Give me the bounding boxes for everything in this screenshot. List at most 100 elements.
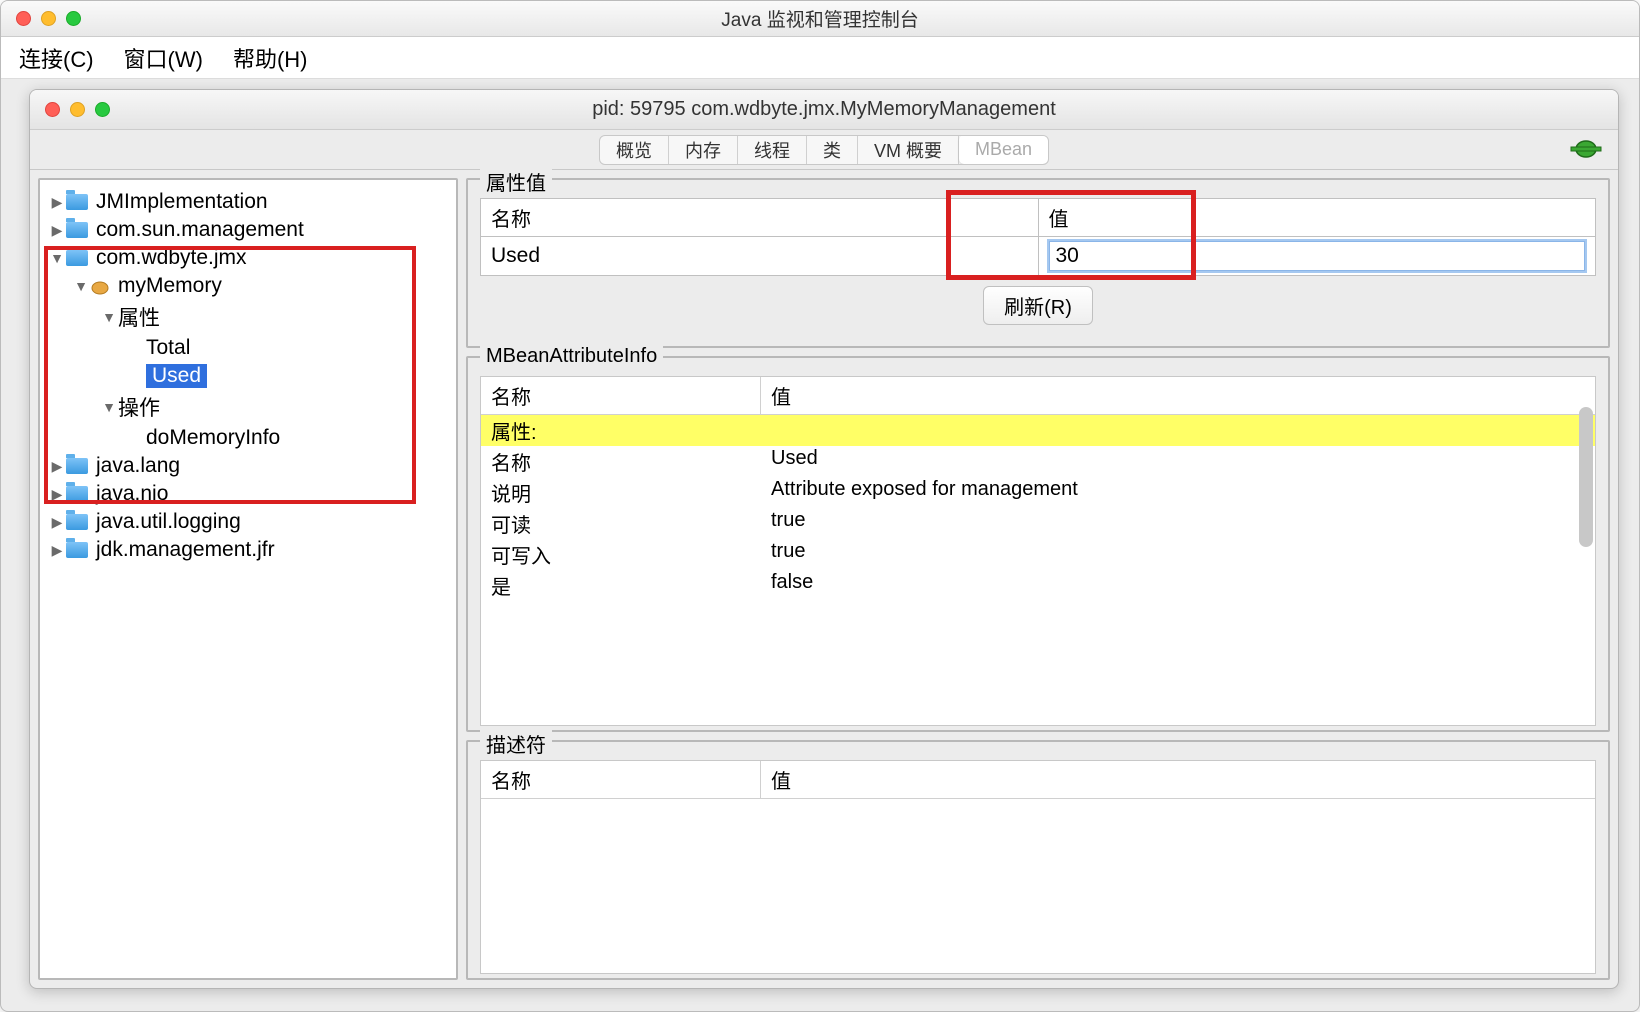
tab-vmsummary[interactable]: VM 概要: [858, 135, 959, 165]
info-cell: true: [761, 508, 1595, 539]
tree-label: java.nio: [96, 482, 168, 506]
tabbar: 概览 内存 线程 类 VM 概要 MBean: [30, 130, 1618, 170]
tree-javalang[interactable]: ▶java.lang: [44, 452, 452, 480]
tree-label: Total: [146, 336, 190, 360]
tree-domemory[interactable]: ▶doMemoryInfo: [44, 424, 452, 452]
info-row-is: 是false: [481, 570, 1595, 601]
info-legend: MBeanAttributeInfo: [480, 345, 663, 368]
chevron-right-icon[interactable]: ▶: [48, 542, 66, 559]
tree-label-selected: Used: [146, 364, 207, 388]
content-area: ▶ JMImplementation ▶com.sun.management ▼ c…: [30, 170, 1618, 988]
info-row-read: 可读true: [481, 508, 1595, 539]
menu-connect[interactable]: 连接(C): [19, 42, 94, 74]
folder-icon: [66, 194, 88, 210]
traffic-lights: [1, 11, 81, 26]
folder-icon: [66, 514, 88, 530]
tree-wdbyte[interactable]: ▼ com.wdbyte.jmx: [44, 244, 452, 272]
window-title: Java 监视和管理控制台: [1, 5, 1639, 32]
chevron-down-icon[interactable]: ▼: [100, 309, 118, 325]
menu-help[interactable]: 帮助(H): [233, 42, 308, 74]
tree-total[interactable]: ▶Total: [44, 334, 452, 362]
inner-minimize-icon[interactable]: [70, 102, 85, 117]
tree-label: myMemory: [118, 274, 222, 298]
info-cell: [761, 415, 1595, 446]
tab-overview[interactable]: 概览: [600, 135, 669, 165]
tab-threads[interactable]: 线程: [738, 135, 807, 165]
info-cell: 属性:: [481, 415, 761, 446]
info-cell: Used: [761, 446, 1595, 477]
attr-name-cell: Used: [481, 237, 1039, 276]
info-cell: false: [761, 570, 1595, 601]
tree-javanio[interactable]: ▶ java.nio: [44, 480, 452, 508]
scrollbar[interactable]: [1579, 407, 1593, 547]
folder-icon: [66, 458, 88, 474]
desc-table: 名称 值: [480, 760, 1596, 974]
info-cell: 是: [481, 570, 761, 601]
tab-classes[interactable]: 类: [807, 135, 858, 165]
folder-icon: [66, 222, 88, 238]
tab-segmented: 概览 内存 线程 类 VM 概要 MBean: [599, 135, 1049, 165]
attr-value-input[interactable]: [1049, 241, 1586, 271]
bean-icon: [90, 278, 110, 294]
desc-name-header: 名称: [481, 761, 761, 798]
inner-title: pid: 59795 com.wdbyte.jmx.MyMemoryManage…: [30, 98, 1618, 121]
mbean-attribute-info-panel: MBeanAttributeInfo 名称 值 属性: 名称Used 说明Att…: [466, 356, 1610, 732]
desc-legend: 描述符: [480, 729, 552, 758]
info-cell: 说明: [481, 477, 761, 508]
inner-titlebar: pid: 59795 com.wdbyte.jmx.MyMemoryManage…: [30, 90, 1618, 130]
chevron-right-icon[interactable]: ▶: [48, 514, 66, 531]
info-cell: Attribute exposed for management: [761, 477, 1595, 508]
attr-value-legend: 属性值: [480, 167, 552, 196]
tree-operations[interactable]: ▼操作: [44, 390, 452, 424]
tree-label: doMemoryInfo: [146, 426, 280, 450]
minimize-icon[interactable]: [41, 11, 56, 26]
tab-memory[interactable]: 内存: [669, 135, 738, 165]
chevron-right-icon[interactable]: ▶: [48, 486, 66, 503]
refresh-button[interactable]: 刷新(R): [983, 286, 1093, 325]
outer-window: Java 监视和管理控制台 连接(C) 窗口(W) 帮助(H) pid: 597…: [0, 0, 1640, 1012]
info-row-write: 可写入true: [481, 539, 1595, 570]
inner-maximize-icon[interactable]: [95, 102, 110, 117]
info-cell: 可写入: [481, 539, 761, 570]
desc-value-header: 值: [761, 761, 801, 798]
inner-window: pid: 59795 com.wdbyte.jmx.MyMemoryManage…: [29, 89, 1619, 989]
tree-jmimpl[interactable]: ▶ JMImplementation: [44, 188, 452, 216]
descriptor-panel: 描述符 名称 值: [466, 740, 1610, 980]
tree-label: 属性: [118, 302, 160, 332]
chevron-down-icon[interactable]: ▼: [72, 278, 90, 294]
right-panel: 属性值 名称 值 Used 刷新(R): [466, 178, 1610, 980]
info-table: 名称 值 属性: 名称Used 说明Attribute exposed for …: [480, 376, 1596, 726]
chevron-right-icon[interactable]: ▶: [48, 222, 66, 239]
info-cell: 可读: [481, 508, 761, 539]
tree-sunmgmt[interactable]: ▶com.sun.management: [44, 216, 452, 244]
attr-value-table: 名称 值 Used: [480, 198, 1596, 276]
close-icon[interactable]: [16, 11, 31, 26]
chevron-down-icon[interactable]: ▼: [48, 250, 66, 266]
tree-attributes[interactable]: ▼属性: [44, 300, 452, 334]
info-cell: 名称: [481, 446, 761, 477]
chevron-down-icon[interactable]: ▼: [100, 399, 118, 415]
tree-mymemory[interactable]: ▼ myMemory: [44, 272, 452, 300]
attr-value-cell: [1038, 237, 1596, 276]
outer-titlebar: Java 监视和管理控制台: [1, 1, 1639, 37]
tree-jdkmgmt[interactable]: ▶ jdk.management.jfr: [44, 536, 452, 564]
menubar: 连接(C) 窗口(W) 帮助(H): [1, 37, 1639, 79]
chevron-right-icon[interactable]: ▶: [48, 194, 66, 211]
tab-mbean[interactable]: MBean: [959, 135, 1048, 164]
info-row-desc: 说明Attribute exposed for management: [481, 477, 1595, 508]
info-value-header: 值: [761, 377, 801, 414]
tree-used[interactable]: ▶Used: [44, 362, 452, 390]
attribute-value-panel: 属性值 名称 值 Used 刷新(R): [466, 178, 1610, 348]
tree-label: JMImplementation: [96, 190, 268, 214]
menu-window[interactable]: 窗口(W): [124, 42, 203, 74]
tree-javalog[interactable]: ▶java.util.logging: [44, 508, 452, 536]
folder-icon: [66, 250, 88, 266]
maximize-icon[interactable]: [66, 11, 81, 26]
tree-label: jdk.management.jfr: [96, 538, 275, 562]
tree-label: com.wdbyte.jmx: [96, 246, 247, 270]
tree-label: 操作: [118, 392, 160, 422]
inner-close-icon[interactable]: [45, 102, 60, 117]
chevron-right-icon[interactable]: ▶: [48, 458, 66, 475]
attr-value-header: 值: [1038, 199, 1596, 237]
folder-icon: [66, 542, 88, 558]
